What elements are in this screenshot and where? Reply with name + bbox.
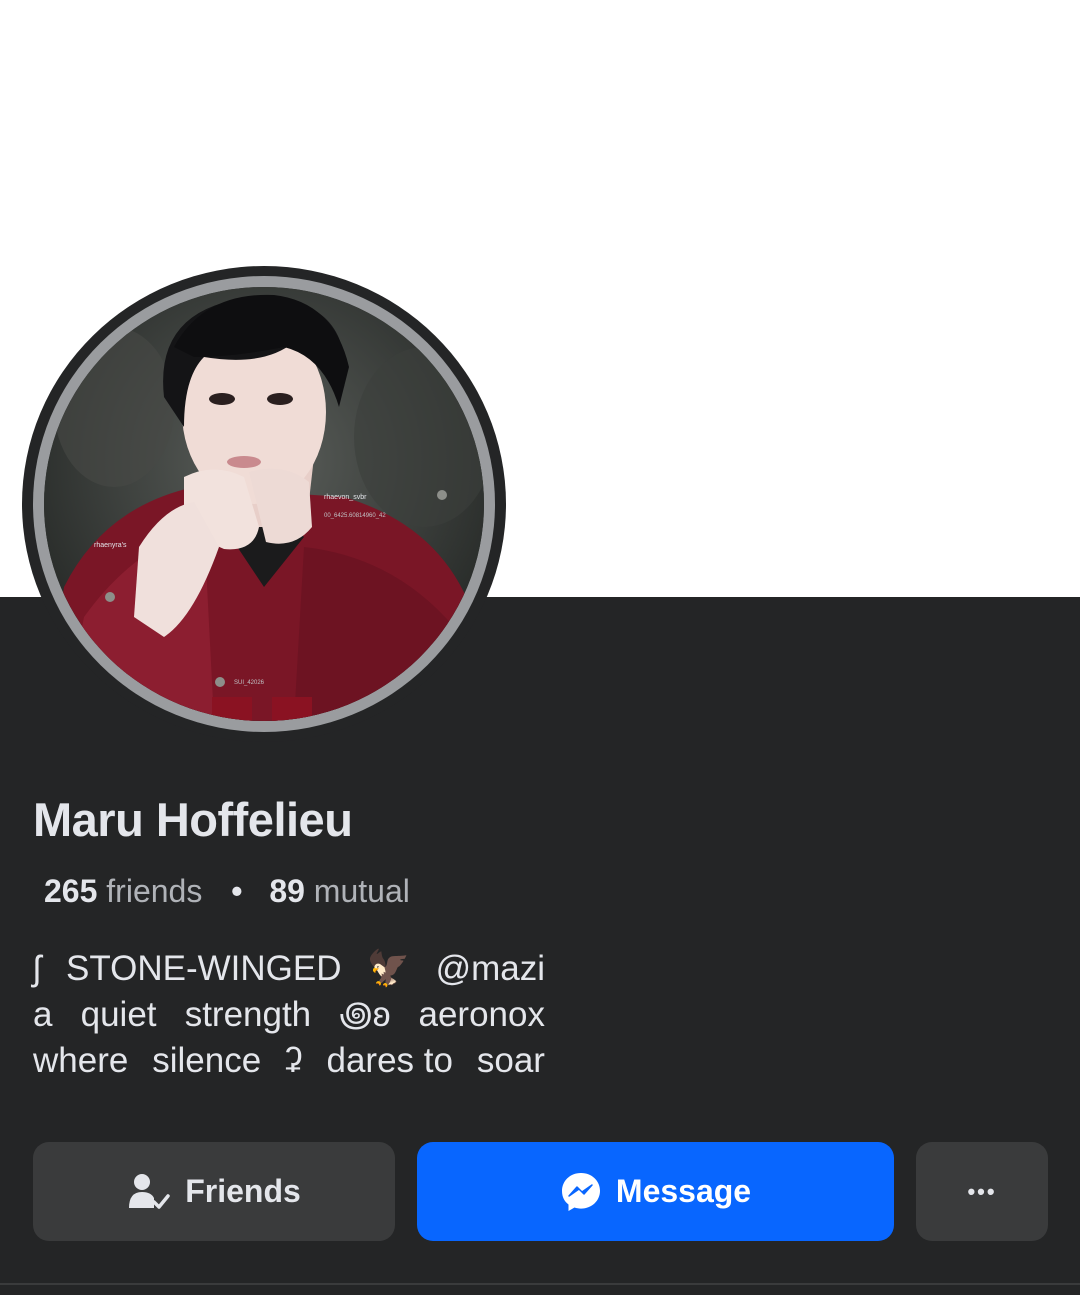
friends-label[interactable]: friends [106, 873, 202, 909]
svg-text:rhaevon_svbr: rhaevon_svbr [324, 494, 367, 501]
eagle-emoji: 🦅 [366, 949, 411, 988]
bio-line-1: ʃ STONE-WINGED 🦅 @mazi [33, 946, 545, 992]
svg-text:00_6425.60814960_42: 00_6425.60814960_42 [324, 513, 386, 519]
divider [0, 1283, 1080, 1285]
bio-word: soar [476, 1041, 545, 1080]
bio-line-2: a quiet strength ꩜ʚ aeronox [33, 992, 545, 1038]
friends-button-label: Friends [185, 1173, 301, 1209]
svg-text:SUI_42026: SUI_42026 [234, 680, 265, 686]
more-options-icon: ••• [967, 1178, 997, 1204]
friend-check-icon [127, 1172, 171, 1212]
bio-word: strength [184, 995, 312, 1034]
avatar[interactable]: rhaevon_svbr 00_6425.60814960_42 rhaenyr… [44, 287, 484, 721]
bio-word: silence [152, 1041, 262, 1080]
stats-separator: • [231, 873, 243, 909]
bio-word: aeronox [418, 995, 545, 1034]
mutual-label[interactable]: mutual [314, 873, 410, 909]
profile-name: Maru Hoffelieu [33, 793, 353, 846]
bio-symbol: ꩜ʚ [339, 995, 391, 1034]
message-button-label: Message [615, 1173, 752, 1209]
message-button[interactable]: Message [417, 1142, 894, 1241]
friends-button[interactable]: Friends [33, 1142, 395, 1241]
bio-word: where [33, 1041, 129, 1080]
svg-text:rhaenyra's: rhaenyra's [94, 542, 127, 549]
bio-word: dares to [326, 1041, 453, 1080]
bio-word: STONE-WINGED [66, 949, 342, 988]
profile-page: rhaevon_svbr 00_6425.60814960_42 rhaenyr… [0, 0, 1080, 1295]
bio-line-3: where silence ʡ dares to soar [33, 1038, 545, 1084]
friends-count: 265 [44, 873, 98, 909]
more-options-button[interactable]: ••• [916, 1142, 1048, 1241]
mutual-count: 89 [269, 873, 305, 909]
bio-word: a [33, 995, 53, 1034]
bio-word: ʃ [33, 949, 41, 988]
avatar-image: rhaevon_svbr 00_6425.60814960_42 rhaenyr… [44, 287, 484, 721]
bio-symbol: ʡ [285, 1041, 303, 1080]
bio-mention-link[interactable]: @mazi [436, 946, 545, 992]
profile-bio: ʃ STONE-WINGED 🦅 @mazi a quiet strength … [33, 946, 545, 1084]
messenger-icon [560, 1171, 602, 1213]
bio-word: quiet [80, 995, 157, 1034]
friend-stats: 265 friends • 89 mutual [44, 873, 410, 910]
